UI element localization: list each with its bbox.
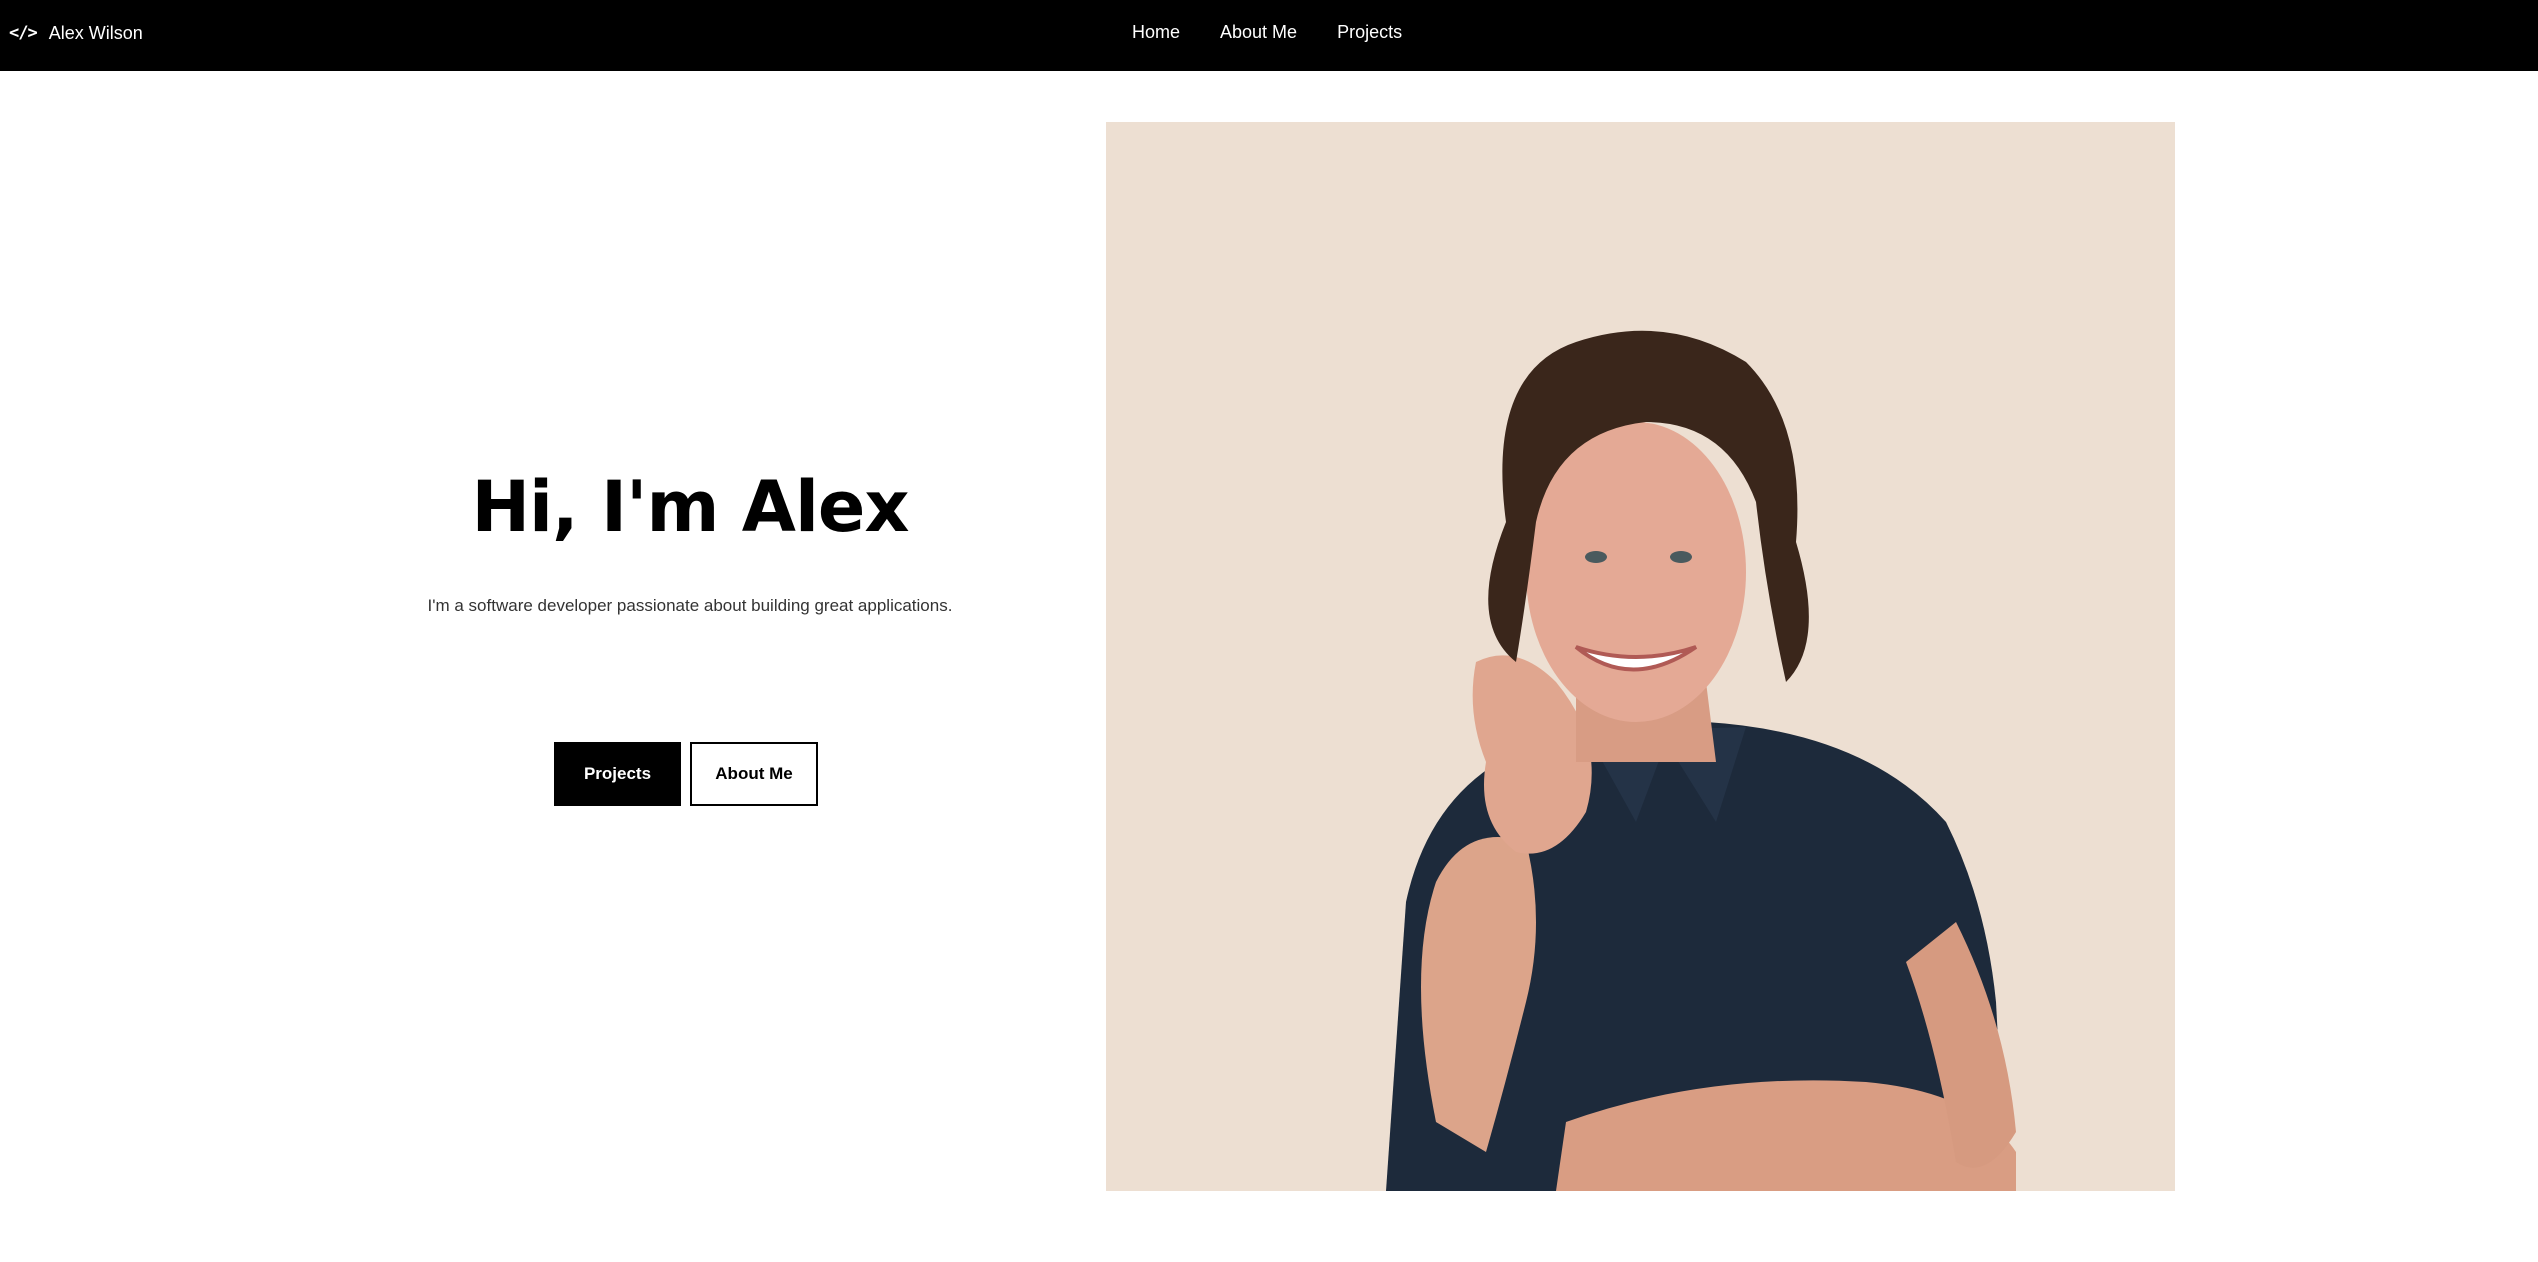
nav-link-home[interactable]: Home bbox=[1132, 22, 1180, 43]
nav-links: Home About Me Projects bbox=[1132, 0, 1402, 64]
code-icon: </> bbox=[9, 23, 38, 43]
brand-name: Alex Wilson bbox=[48, 22, 143, 43]
nav-link-about-me[interactable]: About Me bbox=[1220, 22, 1297, 43]
portrait-image bbox=[1106, 122, 2175, 1191]
top-navbar: </> Alex Wilson Home About Me Projects bbox=[0, 0, 2538, 71]
projects-button[interactable]: Projects bbox=[554, 742, 681, 806]
nav-link-projects[interactable]: Projects bbox=[1337, 22, 1402, 43]
brand-link[interactable]: </> Alex Wilson bbox=[9, 0, 143, 66]
portrait-illustration bbox=[1106, 122, 2175, 1191]
about-me-button[interactable]: About Me bbox=[690, 742, 818, 806]
